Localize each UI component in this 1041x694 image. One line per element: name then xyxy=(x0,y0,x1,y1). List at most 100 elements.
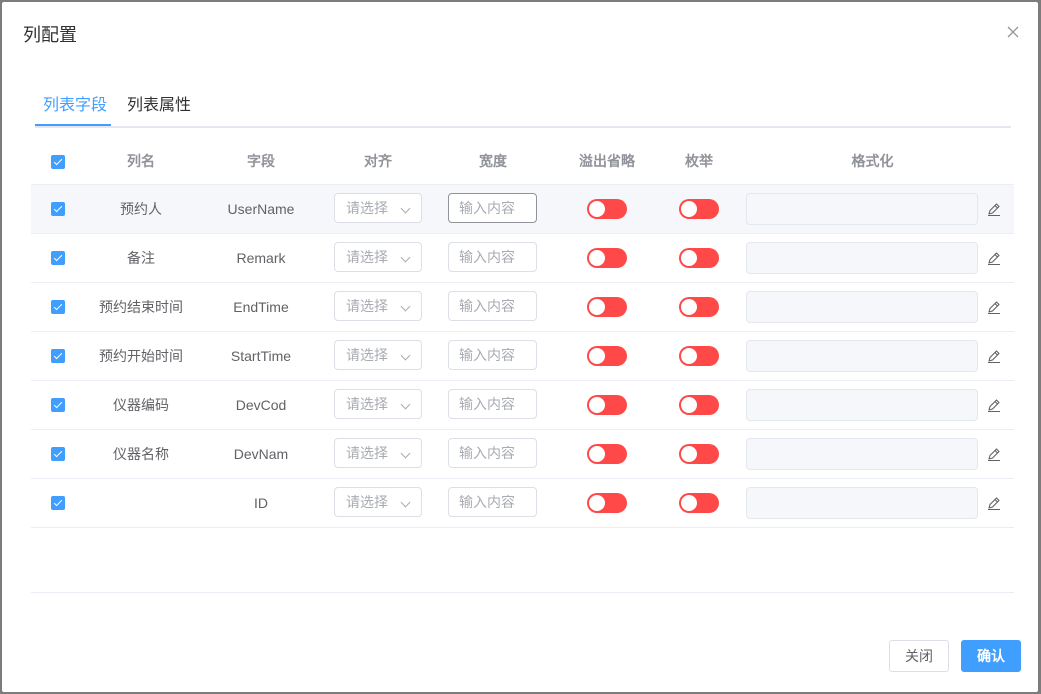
edit-icon[interactable] xyxy=(986,299,1002,315)
overflow-ellipsis-switch[interactable] xyxy=(587,493,627,513)
edit-icon[interactable] xyxy=(986,397,1002,413)
row-checkbox[interactable] xyxy=(51,447,65,461)
close-icon[interactable] xyxy=(1004,23,1022,41)
format-field xyxy=(746,438,978,470)
edit-icon[interactable] xyxy=(986,446,1002,462)
enum-switch[interactable] xyxy=(679,248,719,268)
table-row: 预约开始时间 StartTime 请选择 xyxy=(31,332,1014,381)
align-select[interactable]: 请选择 xyxy=(334,438,422,468)
format-field xyxy=(746,291,978,323)
header-select-cell xyxy=(31,139,83,184)
enum-switch[interactable] xyxy=(679,444,719,464)
column-table: 列名 字段 对齐 宽度 溢出省略 枚举 格式化 预约人 UserName 请选择 xyxy=(31,139,1014,528)
overflow-ellipsis-switch[interactable] xyxy=(587,248,627,268)
header-name: 列名 xyxy=(127,153,155,169)
confirm-button[interactable]: 确认 xyxy=(961,640,1021,672)
width-input[interactable] xyxy=(448,389,537,419)
column-field: DevCod xyxy=(235,397,287,413)
column-field: ID xyxy=(254,495,268,511)
tab-list-properties[interactable]: 列表属性 xyxy=(127,96,191,126)
dialog-title: 列配置 xyxy=(23,25,77,45)
enum-switch[interactable] xyxy=(679,199,719,219)
close-button[interactable]: 关闭 xyxy=(889,640,949,672)
align-select-placeholder: 请选择 xyxy=(346,249,388,265)
overflow-ellipsis-switch[interactable] xyxy=(587,297,627,317)
chevron-down-icon xyxy=(400,203,411,214)
select-all-checkbox[interactable] xyxy=(51,155,65,169)
align-select-placeholder: 请选择 xyxy=(346,445,388,461)
row-checkbox[interactable] xyxy=(51,349,65,363)
active-tab-indicator xyxy=(35,124,111,126)
chevron-down-icon xyxy=(400,448,411,459)
column-config-dialog: 列配置 列表字段 列表属性 列名 字段 对齐 宽度 溢出省略 枚举 格式化 预约… xyxy=(2,2,1038,692)
column-name xyxy=(83,479,199,527)
enum-switch[interactable] xyxy=(679,346,719,366)
width-input[interactable] xyxy=(448,291,537,321)
header-format: 格式化 xyxy=(851,153,894,169)
column-name: 预约人 xyxy=(120,201,162,217)
width-input[interactable] xyxy=(448,340,537,370)
align-select-placeholder: 请选择 xyxy=(346,494,388,510)
row-checkbox[interactable] xyxy=(51,398,65,412)
edit-icon[interactable] xyxy=(986,495,1002,511)
row-select-cell xyxy=(31,234,83,282)
column-field: Remark xyxy=(236,250,286,266)
format-field xyxy=(746,242,978,274)
enum-switch[interactable] xyxy=(679,395,719,415)
column-name: 预约开始时间 xyxy=(99,348,183,364)
align-select-placeholder: 请选择 xyxy=(346,298,388,314)
chevron-down-icon xyxy=(400,399,411,410)
chevron-down-icon xyxy=(400,301,411,312)
row-select-cell xyxy=(31,283,83,331)
row-select-cell xyxy=(31,479,83,527)
row-checkbox[interactable] xyxy=(51,496,65,510)
table-header: 列名 字段 对齐 宽度 溢出省略 枚举 格式化 xyxy=(31,139,1014,185)
row-checkbox[interactable] xyxy=(51,251,65,265)
tab-list-fields[interactable]: 列表字段 xyxy=(43,96,107,126)
enum-switch[interactable] xyxy=(679,493,719,513)
row-select-cell xyxy=(31,381,83,429)
align-select[interactable]: 请选择 xyxy=(334,340,422,370)
overflow-ellipsis-switch[interactable] xyxy=(587,346,627,366)
column-field: UserName xyxy=(227,201,295,217)
align-select[interactable]: 请选择 xyxy=(334,193,422,223)
edit-icon[interactable] xyxy=(986,250,1002,266)
format-field xyxy=(746,193,978,225)
width-input[interactable] xyxy=(448,487,537,517)
tab-bar: 列表字段 列表属性 xyxy=(35,90,1011,128)
align-select[interactable]: 请选择 xyxy=(334,487,422,517)
width-input[interactable] xyxy=(448,193,537,223)
edit-icon[interactable] xyxy=(986,348,1002,364)
row-select-cell xyxy=(31,332,83,380)
header-align: 对齐 xyxy=(364,153,392,169)
column-name: 仪器名称 xyxy=(113,446,169,462)
format-field xyxy=(746,340,978,372)
header-field: 字段 xyxy=(247,153,275,169)
table-row: 预约人 UserName 请选择 xyxy=(31,185,1014,234)
row-checkbox[interactable] xyxy=(51,202,65,216)
enum-switch[interactable] xyxy=(679,297,719,317)
table-body: 预约人 UserName 请选择 备注 Remark 请选择 xyxy=(31,185,1014,528)
overflow-ellipsis-switch[interactable] xyxy=(587,199,627,219)
align-select[interactable]: 请选择 xyxy=(334,389,422,419)
table-row: 备注 Remark 请选择 xyxy=(31,234,1014,283)
column-field: DevNam xyxy=(233,446,289,462)
header-overflow: 溢出省略 xyxy=(579,153,635,169)
table-row: 仪器编码 DevCod 请选择 xyxy=(31,381,1014,430)
align-select[interactable]: 请选择 xyxy=(334,242,422,272)
width-input[interactable] xyxy=(448,242,537,272)
align-select-placeholder: 请选择 xyxy=(346,347,388,363)
width-input[interactable] xyxy=(448,438,537,468)
row-select-cell xyxy=(31,185,83,233)
row-select-cell xyxy=(31,430,83,478)
overflow-ellipsis-switch[interactable] xyxy=(587,395,627,415)
align-select[interactable]: 请选择 xyxy=(334,291,422,321)
overflow-ellipsis-switch[interactable] xyxy=(587,444,627,464)
chevron-down-icon xyxy=(400,350,411,361)
chevron-down-icon xyxy=(400,252,411,263)
format-field xyxy=(746,389,978,421)
row-checkbox[interactable] xyxy=(51,300,65,314)
format-field xyxy=(746,487,978,519)
table-row: 预约结束时间 EndTime 请选择 xyxy=(31,283,1014,332)
edit-icon[interactable] xyxy=(986,201,1002,217)
